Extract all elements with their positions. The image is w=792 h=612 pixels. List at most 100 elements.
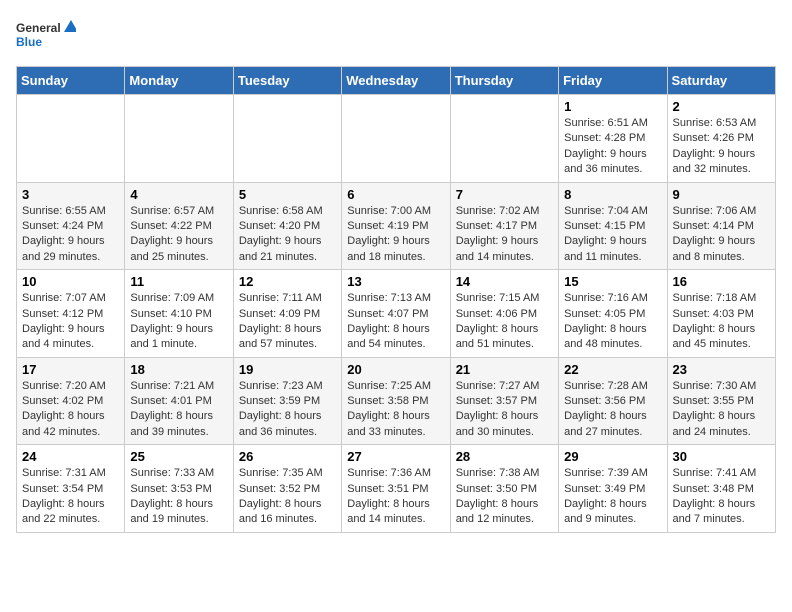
day-header-saturday: Saturday — [667, 67, 775, 95]
day-info: Sunrise: 7:38 AM Sunset: 3:50 PM Dayligh… — [456, 466, 553, 528]
calendar-cell — [233, 95, 341, 183]
day-number: 8 — [564, 187, 661, 202]
day-number: 27 — [347, 449, 444, 464]
day-info: Sunrise: 7:15 AM Sunset: 4:06 PM Dayligh… — [456, 291, 553, 353]
day-number: 9 — [673, 187, 770, 202]
day-header-sunday: Sunday — [17, 67, 125, 95]
logo-svg: General Blue — [16, 16, 76, 56]
calendar-cell: 5 Sunrise: 6:58 AM Sunset: 4:20 PM Daylig… — [233, 182, 341, 270]
svg-text:Blue: Blue — [16, 35, 42, 49]
calendar-cell: 10Sunrise: 7:07 AM Sunset: 4:12 PM Dayli… — [17, 270, 125, 358]
calendar-cell: 8 Sunrise: 7:04 AM Sunset: 4:15 PM Daylig… — [559, 182, 667, 270]
calendar-cell: 19 Sunrise: 7:23 AM Sunset: 3:59 PM Dayli… — [233, 357, 341, 445]
calendar-cell: 7 Sunrise: 7:02 AM Sunset: 4:17 PM Daylig… — [450, 182, 558, 270]
calendar-cell: 6 Sunrise: 7:00 AM Sunset: 4:19 PM Daylig… — [342, 182, 450, 270]
calendar-cell: 22 Sunrise: 7:28 AM Sunset: 3:56 PM Dayli… — [559, 357, 667, 445]
day-number: 12 — [239, 274, 336, 289]
day-number: 11 — [130, 274, 227, 289]
day-info: Sunrise: 7:28 AM Sunset: 3:56 PM Dayligh… — [564, 379, 661, 441]
header: General Blue — [16, 16, 776, 56]
calendar-cell — [450, 95, 558, 183]
day-info: Sunrise: 6:53 AM Sunset: 4:26 PM Dayligh… — [673, 116, 770, 178]
calendar: SundayMondayTuesdayWednesdayThursdayFrid… — [16, 66, 776, 533]
calendar-cell: 17 Sunrise: 7:20 AM Sunset: 4:02 PM Dayli… — [17, 357, 125, 445]
day-info: Sunrise: 7:06 AM Sunset: 4:14 PM Dayligh… — [673, 204, 770, 266]
day-info: Sunrise: 6:57 AM Sunset: 4:22 PM Dayligh… — [130, 204, 227, 266]
day-number: 21 — [456, 362, 553, 377]
calendar-cell: 9 Sunrise: 7:06 AM Sunset: 4:14 PM Daylig… — [667, 182, 775, 270]
day-number: 20 — [347, 362, 444, 377]
day-info: Sunrise: 7:09 AM Sunset: 4:10 PM Dayligh… — [130, 291, 227, 353]
day-info: Sunrise: 7:20 AM Sunset: 4:02 PM Dayligh… — [22, 379, 119, 441]
day-info: Sunrise: 7:25 AM Sunset: 3:58 PM Dayligh… — [347, 379, 444, 441]
day-number: 5 — [239, 187, 336, 202]
logo: General Blue — [16, 16, 76, 56]
calendar-cell: 28Sunrise: 7:38 AM Sunset: 3:50 PM Dayli… — [450, 445, 558, 533]
day-number: 4 — [130, 187, 227, 202]
day-info: Sunrise: 7:21 AM Sunset: 4:01 PM Dayligh… — [130, 379, 227, 441]
calendar-cell: 29Sunrise: 7:39 AM Sunset: 3:49 PM Dayli… — [559, 445, 667, 533]
day-number: 26 — [239, 449, 336, 464]
calendar-cell: 20 Sunrise: 7:25 AM Sunset: 3:58 PM Dayli… — [342, 357, 450, 445]
day-number: 14 — [456, 274, 553, 289]
calendar-cell: 4 Sunrise: 6:57 AM Sunset: 4:22 PM Daylig… — [125, 182, 233, 270]
day-info: Sunrise: 7:36 AM Sunset: 3:51 PM Dayligh… — [347, 466, 444, 528]
day-header-monday: Monday — [125, 67, 233, 95]
calendar-cell — [342, 95, 450, 183]
day-info: Sunrise: 7:41 AM Sunset: 3:48 PM Dayligh… — [673, 466, 770, 528]
svg-text:General: General — [16, 21, 61, 35]
day-info: Sunrise: 6:58 AM Sunset: 4:20 PM Dayligh… — [239, 204, 336, 266]
day-header-thursday: Thursday — [450, 67, 558, 95]
calendar-week-row: 17 Sunrise: 7:20 AM Sunset: 4:02 PM Dayli… — [17, 357, 776, 445]
calendar-cell: 16 Sunrise: 7:18 AM Sunset: 4:03 PM Dayli… — [667, 270, 775, 358]
calendar-cell — [125, 95, 233, 183]
day-info: Sunrise: 7:07 AM Sunset: 4:12 PM Dayligh… — [22, 291, 119, 353]
day-number: 13 — [347, 274, 444, 289]
day-number: 16 — [673, 274, 770, 289]
calendar-cell: 27 Sunrise: 7:36 AM Sunset: 3:51 PM Dayli… — [342, 445, 450, 533]
day-header-friday: Friday — [559, 67, 667, 95]
day-info: Sunrise: 6:51 AM Sunset: 4:28 PM Dayligh… — [564, 116, 661, 178]
day-info: Sunrise: 7:30 AM Sunset: 3:55 PM Dayligh… — [673, 379, 770, 441]
day-info: Sunrise: 7:02 AM Sunset: 4:17 PM Dayligh… — [456, 204, 553, 266]
day-info: Sunrise: 7:13 AM Sunset: 4:07 PM Dayligh… — [347, 291, 444, 353]
calendar-header-row: SundayMondayTuesdayWednesdayThursdayFrid… — [17, 67, 776, 95]
day-number: 6 — [347, 187, 444, 202]
day-number: 3 — [22, 187, 119, 202]
day-number: 15 — [564, 274, 661, 289]
calendar-cell: 14 Sunrise: 7:15 AM Sunset: 4:06 PM Dayli… — [450, 270, 558, 358]
day-header-tuesday: Tuesday — [233, 67, 341, 95]
day-info: Sunrise: 7:18 AM Sunset: 4:03 PM Dayligh… — [673, 291, 770, 353]
day-number: 18 — [130, 362, 227, 377]
calendar-cell: 1Sunrise: 6:51 AM Sunset: 4:28 PM Daylig… — [559, 95, 667, 183]
calendar-cell: 11 Sunrise: 7:09 AM Sunset: 4:10 PM Dayli… — [125, 270, 233, 358]
calendar-cell: 23Sunrise: 7:30 AM Sunset: 3:55 PM Dayli… — [667, 357, 775, 445]
day-number: 17 — [22, 362, 119, 377]
calendar-cell: 30Sunrise: 7:41 AM Sunset: 3:48 PM Dayli… — [667, 445, 775, 533]
day-info: Sunrise: 7:31 AM Sunset: 3:54 PM Dayligh… — [22, 466, 119, 528]
day-info: Sunrise: 7:00 AM Sunset: 4:19 PM Dayligh… — [347, 204, 444, 266]
calendar-week-row: 10Sunrise: 7:07 AM Sunset: 4:12 PM Dayli… — [17, 270, 776, 358]
day-number: 19 — [239, 362, 336, 377]
day-info: Sunrise: 7:16 AM Sunset: 4:05 PM Dayligh… — [564, 291, 661, 353]
day-number: 24 — [22, 449, 119, 464]
calendar-cell: 3Sunrise: 6:55 AM Sunset: 4:24 PM Daylig… — [17, 182, 125, 270]
day-info: Sunrise: 7:23 AM Sunset: 3:59 PM Dayligh… — [239, 379, 336, 441]
calendar-cell: 24 Sunrise: 7:31 AM Sunset: 3:54 PM Dayli… — [17, 445, 125, 533]
day-header-wednesday: Wednesday — [342, 67, 450, 95]
calendar-cell: 18 Sunrise: 7:21 AM Sunset: 4:01 PM Dayli… — [125, 357, 233, 445]
calendar-week-row: 24 Sunrise: 7:31 AM Sunset: 3:54 PM Dayli… — [17, 445, 776, 533]
day-info: Sunrise: 7:27 AM Sunset: 3:57 PM Dayligh… — [456, 379, 553, 441]
calendar-cell: 25 Sunrise: 7:33 AM Sunset: 3:53 PM Dayli… — [125, 445, 233, 533]
calendar-cell — [17, 95, 125, 183]
calendar-cell: 21 Sunrise: 7:27 AM Sunset: 3:57 PM Dayli… — [450, 357, 558, 445]
day-info: Sunrise: 7:04 AM Sunset: 4:15 PM Dayligh… — [564, 204, 661, 266]
calendar-week-row: 1Sunrise: 6:51 AM Sunset: 4:28 PM Daylig… — [17, 95, 776, 183]
calendar-week-row: 3Sunrise: 6:55 AM Sunset: 4:24 PM Daylig… — [17, 182, 776, 270]
day-info: Sunrise: 7:11 AM Sunset: 4:09 PM Dayligh… — [239, 291, 336, 353]
day-number: 22 — [564, 362, 661, 377]
day-info: Sunrise: 7:35 AM Sunset: 3:52 PM Dayligh… — [239, 466, 336, 528]
day-info: Sunrise: 7:33 AM Sunset: 3:53 PM Dayligh… — [130, 466, 227, 528]
day-number: 7 — [456, 187, 553, 202]
day-number: 25 — [130, 449, 227, 464]
